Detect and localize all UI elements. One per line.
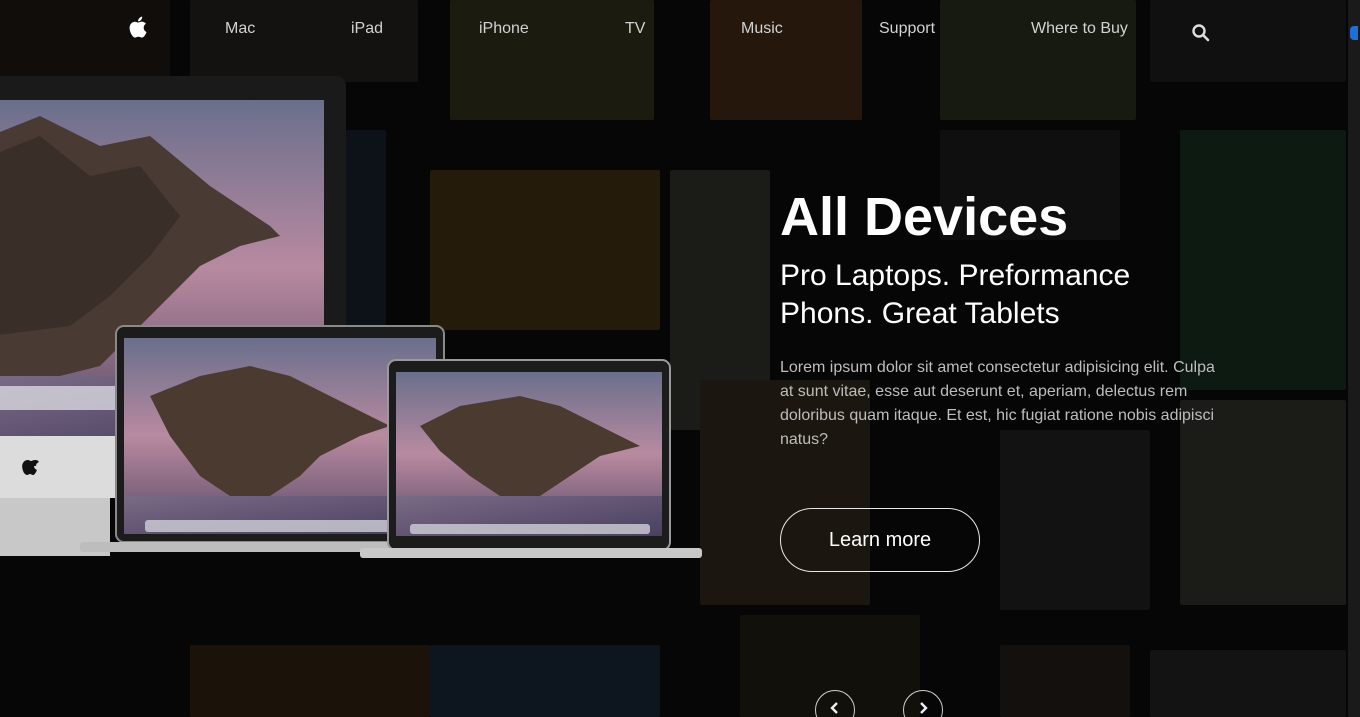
- nav-item-tv[interactable]: TV: [625, 20, 645, 38]
- nav-item-ipad[interactable]: iPad: [351, 20, 383, 38]
- chevron-right-icon: [917, 701, 929, 717]
- chevron-left-icon: [829, 701, 841, 717]
- nav-item-iphone[interactable]: iPhone: [479, 20, 529, 38]
- hero-subtitle: Pro Laptops. Preformance Phons. Great Ta…: [780, 257, 1260, 333]
- hero-title: All Devices: [780, 187, 1069, 247]
- nav-item-mac[interactable]: Mac: [225, 20, 255, 38]
- scrollbar[interactable]: [1348, 0, 1360, 717]
- learn-more-button[interactable]: Learn more: [780, 508, 980, 572]
- devices-image: [0, 76, 710, 566]
- nav-item-music[interactable]: Music: [741, 20, 783, 38]
- apple-logo-icon[interactable]: [129, 16, 147, 38]
- hero-description: Lorem ipsum dolor sit amet consectetur a…: [780, 359, 1215, 448]
- hero-subtitle-line-2: Phons. Great Tablets: [780, 297, 1060, 330]
- nav-item-where-to-buy[interactable]: Where to Buy: [1031, 20, 1128, 38]
- hero-subtitle-line-1: Pro Laptops. Preformance: [780, 259, 1131, 292]
- nav-item-support[interactable]: Support: [879, 20, 935, 38]
- top-navigation: Mac iPad iPhone TV Music Support Where t…: [0, 0, 1348, 58]
- search-icon[interactable]: [1191, 23, 1211, 43]
